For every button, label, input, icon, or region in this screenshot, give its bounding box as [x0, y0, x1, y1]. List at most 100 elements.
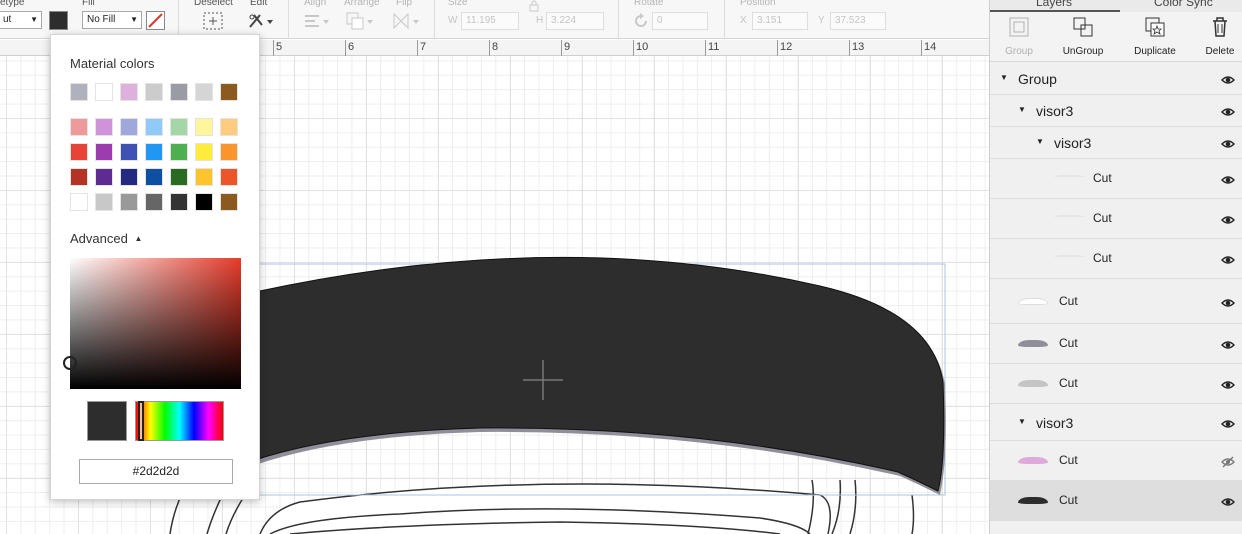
color-swatch[interactable] [145, 168, 163, 186]
eye-icon[interactable] [1221, 137, 1235, 151]
color-swatch[interactable] [120, 143, 138, 161]
deselect-icon[interactable] [203, 12, 223, 30]
linetype-color-swatch[interactable] [49, 11, 68, 30]
color-swatch[interactable] [120, 83, 138, 101]
pos-x-input[interactable]: 3.151 [752, 12, 808, 30]
color-swatch[interactable] [145, 83, 163, 101]
rotate-input[interactable]: 0 [652, 12, 708, 30]
group-button[interactable]: Group [987, 16, 1051, 57]
duplicate-button[interactable]: Duplicate [1123, 16, 1187, 57]
eye-icon[interactable] [1221, 105, 1235, 119]
color-swatch[interactable] [220, 143, 238, 161]
lock-icon [529, 0, 539, 12]
eye-icon[interactable] [1221, 417, 1235, 431]
linetype-label: etype [0, 0, 25, 8]
color-swatch[interactable] [170, 193, 188, 211]
eye-icon[interactable] [1221, 296, 1235, 310]
color-swatch[interactable] [120, 118, 138, 136]
pos-y-value: 37.523 [835, 15, 866, 26]
color-swatch[interactable] [195, 193, 213, 211]
color-swatch[interactable] [95, 143, 113, 161]
layer-row-cut[interactable]: Cut [990, 159, 1242, 199]
layer-row-cut[interactable]: Cut [990, 199, 1242, 239]
ungroup-button[interactable]: UnGroup [1051, 16, 1115, 57]
layer-thumbnail [1018, 297, 1048, 305]
eye-icon[interactable] [1221, 338, 1235, 352]
layer-row-visor3[interactable]: ▼ visor3 [990, 127, 1242, 159]
color-swatch[interactable] [70, 193, 88, 211]
caret-up-icon: ▲ [134, 234, 143, 243]
flip-icon [393, 12, 419, 30]
expand-caret-icon[interactable]: ▼ [1018, 105, 1026, 114]
color-swatch[interactable] [220, 118, 238, 136]
layer-row-visor3[interactable]: ▼ visor3 [990, 404, 1242, 441]
expand-caret-icon[interactable]: ▼ [1000, 73, 1008, 82]
eye-hidden-icon[interactable] [1221, 455, 1235, 469]
color-swatch[interactable] [195, 168, 213, 186]
color-swatch[interactable] [170, 168, 188, 186]
layer-row-group[interactable]: ▼ Group [990, 63, 1242, 95]
color-swatch[interactable] [145, 193, 163, 211]
layer-row-visor3[interactable]: ▼ visor3 [990, 95, 1242, 127]
layer-row-cut[interactable]: Cut [990, 364, 1242, 404]
tab-layers[interactable]: Layers [1036, 0, 1072, 9]
saturation-value-picker[interactable] [63, 258, 241, 389]
color-swatch[interactable] [95, 193, 113, 211]
pos-y-input[interactable]: 37.523 [830, 12, 886, 30]
color-swatch[interactable] [70, 83, 88, 101]
layer-row-cut[interactable]: Cut [990, 324, 1242, 364]
tab-color-sync[interactable]: Color Sync [1154, 0, 1213, 9]
eye-icon[interactable] [1221, 253, 1235, 267]
color-swatch[interactable] [170, 143, 188, 161]
color-swatch[interactable] [95, 168, 113, 186]
align-label: Align [304, 0, 327, 8]
pos-y-label: Y [818, 15, 825, 26]
color-swatch[interactable] [170, 118, 188, 136]
layer-row-cut[interactable]: Cut [990, 441, 1242, 481]
color-swatch[interactable] [95, 118, 113, 136]
edit-tools-icon[interactable] [247, 11, 275, 31]
color-swatch[interactable] [220, 168, 238, 186]
advanced-toggle[interactable]: Advanced ▲ [70, 231, 142, 246]
layer-name: visor3 [1054, 135, 1092, 151]
height-value: 3.224 [551, 15, 577, 26]
height-input[interactable]: 3.224 [546, 12, 604, 30]
rotate-label: Rotate [634, 0, 664, 8]
color-picker-popover: Material colors Advanced ▲ #2d2d2d [50, 34, 260, 500]
hex-color-input[interactable]: #2d2d2d [79, 459, 233, 484]
linetype-select[interactable]: ut ▼ [0, 11, 42, 29]
delete-button[interactable]: Delete [1188, 16, 1242, 57]
picker-handle[interactable] [63, 356, 77, 370]
color-swatch[interactable] [70, 118, 88, 136]
eye-icon[interactable] [1221, 73, 1235, 87]
eye-icon[interactable] [1221, 173, 1235, 187]
no-fill-swatch-icon[interactable] [146, 11, 166, 31]
width-input[interactable]: 11.195 [461, 12, 519, 30]
layer-row-cut[interactable]: Cut [990, 279, 1242, 324]
layer-row-cut[interactable]: Cut [990, 239, 1242, 279]
fill-select[interactable]: No Fill ▼ [82, 11, 142, 29]
deselect-label: Deselect [194, 0, 233, 8]
current-color-preview [87, 401, 127, 441]
color-swatch[interactable] [70, 168, 88, 186]
color-swatch[interactable] [120, 168, 138, 186]
hue-handle[interactable] [138, 401, 144, 441]
layer-row-cut[interactable]: Cut [990, 481, 1242, 521]
color-swatch[interactable] [120, 193, 138, 211]
eye-icon[interactable] [1221, 213, 1235, 227]
color-swatch[interactable] [195, 118, 213, 136]
color-swatch[interactable] [195, 83, 213, 101]
expand-caret-icon[interactable]: ▼ [1036, 137, 1044, 146]
color-swatch[interactable] [195, 143, 213, 161]
color-swatch[interactable] [170, 83, 188, 101]
color-swatch[interactable] [95, 83, 113, 101]
color-swatch[interactable] [145, 143, 163, 161]
color-swatch[interactable] [70, 143, 88, 161]
eye-icon[interactable] [1221, 378, 1235, 392]
color-swatch[interactable] [220, 83, 238, 101]
eye-icon[interactable] [1221, 495, 1235, 509]
color-swatch[interactable] [145, 118, 163, 136]
expand-caret-icon[interactable]: ▼ [1018, 417, 1026, 426]
color-swatch[interactable] [220, 193, 238, 211]
hue-slider[interactable] [135, 401, 224, 441]
